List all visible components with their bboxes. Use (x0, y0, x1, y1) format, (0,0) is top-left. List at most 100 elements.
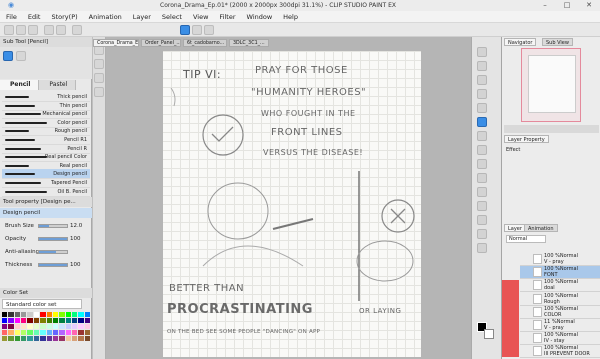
color-swatch[interactable] (84, 324, 90, 329)
color-swatch[interactable] (65, 312, 71, 317)
color-swatch[interactable] (27, 330, 33, 335)
menu-help[interactable]: Help (283, 13, 298, 21)
color-swatch[interactable] (71, 312, 78, 317)
color-swatch[interactable] (8, 330, 14, 335)
open-file-icon[interactable] (16, 25, 26, 35)
color-swatch[interactable] (46, 330, 52, 335)
color-swatch[interactable] (14, 324, 21, 329)
clear-icon[interactable] (72, 25, 82, 35)
color-swatch[interactable] (14, 312, 21, 317)
color-swatch[interactable] (78, 324, 84, 329)
color-swatch[interactable] (46, 318, 52, 323)
color-swatch[interactable] (21, 312, 27, 317)
close-button[interactable]: ✕ (578, 0, 600, 11)
layer-row[interactable]: ◉100 %Normal IV - stay (520, 332, 600, 346)
color-swatch[interactable] (84, 336, 90, 341)
color-swatch[interactable] (52, 318, 59, 323)
color-swatch[interactable] (27, 312, 33, 317)
zoom-icon[interactable] (477, 47, 487, 57)
layer-row[interactable]: ◉100 %Normal FONT (520, 266, 600, 280)
color-swatch[interactable] (78, 318, 84, 323)
select-tool-icon[interactable] (94, 73, 104, 83)
color-swatch[interactable] (14, 330, 21, 335)
color-swatch[interactable] (21, 318, 27, 323)
menu-view[interactable]: View (193, 13, 208, 21)
brush-icon[interactable] (477, 131, 487, 141)
blend-mode-select[interactable]: Normal (506, 235, 546, 243)
color-swatch[interactable] (8, 312, 14, 317)
undo-icon[interactable] (44, 25, 54, 35)
text-icon[interactable] (477, 229, 487, 239)
color-swatch[interactable] (14, 318, 21, 323)
color-swatch[interactable] (65, 330, 71, 335)
color-swatch[interactable] (40, 312, 46, 317)
tab-layer-property[interactable]: Layer Property (504, 135, 549, 143)
redo-icon[interactable] (56, 25, 66, 35)
property-slider[interactable] (38, 224, 68, 228)
color-swatch[interactable] (65, 336, 71, 341)
layer-row[interactable]: ◉100 %Normal III PREVENT DOOR (520, 345, 600, 359)
color-swatch[interactable] (33, 330, 40, 335)
color-swatch[interactable] (2, 318, 8, 323)
color-swatch[interactable] (46, 336, 52, 341)
save-icon[interactable] (28, 25, 38, 35)
maximize-button[interactable]: □ (556, 0, 578, 11)
new-file-icon[interactable] (4, 25, 14, 35)
color-set-select[interactable]: Standard color set (2, 299, 82, 309)
color-swatch[interactable] (2, 324, 8, 329)
sub-color-icon[interactable] (484, 329, 494, 339)
color-swatch[interactable] (21, 324, 27, 329)
frame-icon[interactable] (477, 215, 487, 225)
menu-select[interactable]: Select (162, 13, 182, 21)
color-swatch[interactable] (59, 318, 65, 323)
property-slider[interactable] (38, 263, 68, 267)
menu-animation[interactable]: Animation (89, 13, 122, 21)
color-swatch[interactable] (8, 336, 14, 341)
color-swatch[interactable] (65, 324, 71, 329)
lasso-icon[interactable] (477, 89, 487, 99)
color-swatch[interactable] (33, 324, 40, 329)
color-swatch[interactable] (2, 336, 8, 341)
tab-pastel[interactable]: Pastel (39, 80, 77, 90)
layer-row[interactable]: ◉11 %Normal V - pray (520, 319, 600, 332)
layer-row[interactable]: ◉100 %Normal doal (520, 279, 600, 293)
color-swatch[interactable] (27, 318, 33, 323)
color-swatch[interactable] (2, 312, 8, 317)
fill-icon[interactable] (477, 173, 487, 183)
color-swatch[interactable] (78, 336, 84, 341)
layer-row[interactable]: ◉100 %Normal COLOR (520, 306, 600, 319)
brush-item[interactable]: Oil B. Pencil (2, 187, 90, 197)
color-swatch[interactable] (8, 318, 14, 323)
color-swatch[interactable] (27, 324, 33, 329)
color-swatch[interactable] (46, 324, 52, 329)
doc-tab-order[interactable]: Order_Panel_... (141, 39, 181, 47)
pen-icon[interactable] (477, 117, 487, 127)
property-slider[interactable] (38, 250, 68, 254)
balloon-icon[interactable] (477, 243, 487, 253)
menu-file[interactable]: File (6, 13, 17, 21)
menu-filter[interactable]: Filter (219, 13, 235, 21)
canvas-paper[interactable]: TIP VI: PRAY FOR THOSE "HUMANITY HEROES"… (163, 51, 421, 357)
layer-row[interactable]: ◉100 %Normal Rough (520, 293, 600, 306)
airbrush-icon[interactable] (477, 145, 487, 155)
eyedropper-icon[interactable] (477, 103, 487, 113)
color-swatch[interactable] (71, 318, 78, 323)
doc-tab-corona[interactable]: Corona_Drama_Ep.01* (93, 39, 139, 47)
color-swatch[interactable] (65, 318, 71, 323)
menu-edit[interactable]: Edit (28, 13, 41, 21)
menu-window[interactable]: Window (247, 13, 273, 21)
color-swatch[interactable] (78, 330, 84, 335)
color-swatch[interactable] (52, 336, 59, 341)
color-swatch[interactable] (33, 312, 40, 317)
color-swatch[interactable] (84, 318, 90, 323)
grid-icon[interactable] (204, 25, 214, 35)
doc-tab-3dlc[interactable]: 3DLC_3C1_... (229, 39, 269, 47)
color-swatch[interactable] (71, 324, 78, 329)
color-swatch[interactable] (14, 336, 21, 341)
tab-subview[interactable]: Sub View (542, 38, 573, 46)
move-icon[interactable] (477, 75, 487, 85)
doc-tab-cadobarno[interactable]: 6t_cadobarno... (183, 39, 227, 47)
color-swatch[interactable] (78, 312, 84, 317)
color-swatch[interactable] (27, 336, 33, 341)
color-swatch[interactable] (40, 336, 46, 341)
